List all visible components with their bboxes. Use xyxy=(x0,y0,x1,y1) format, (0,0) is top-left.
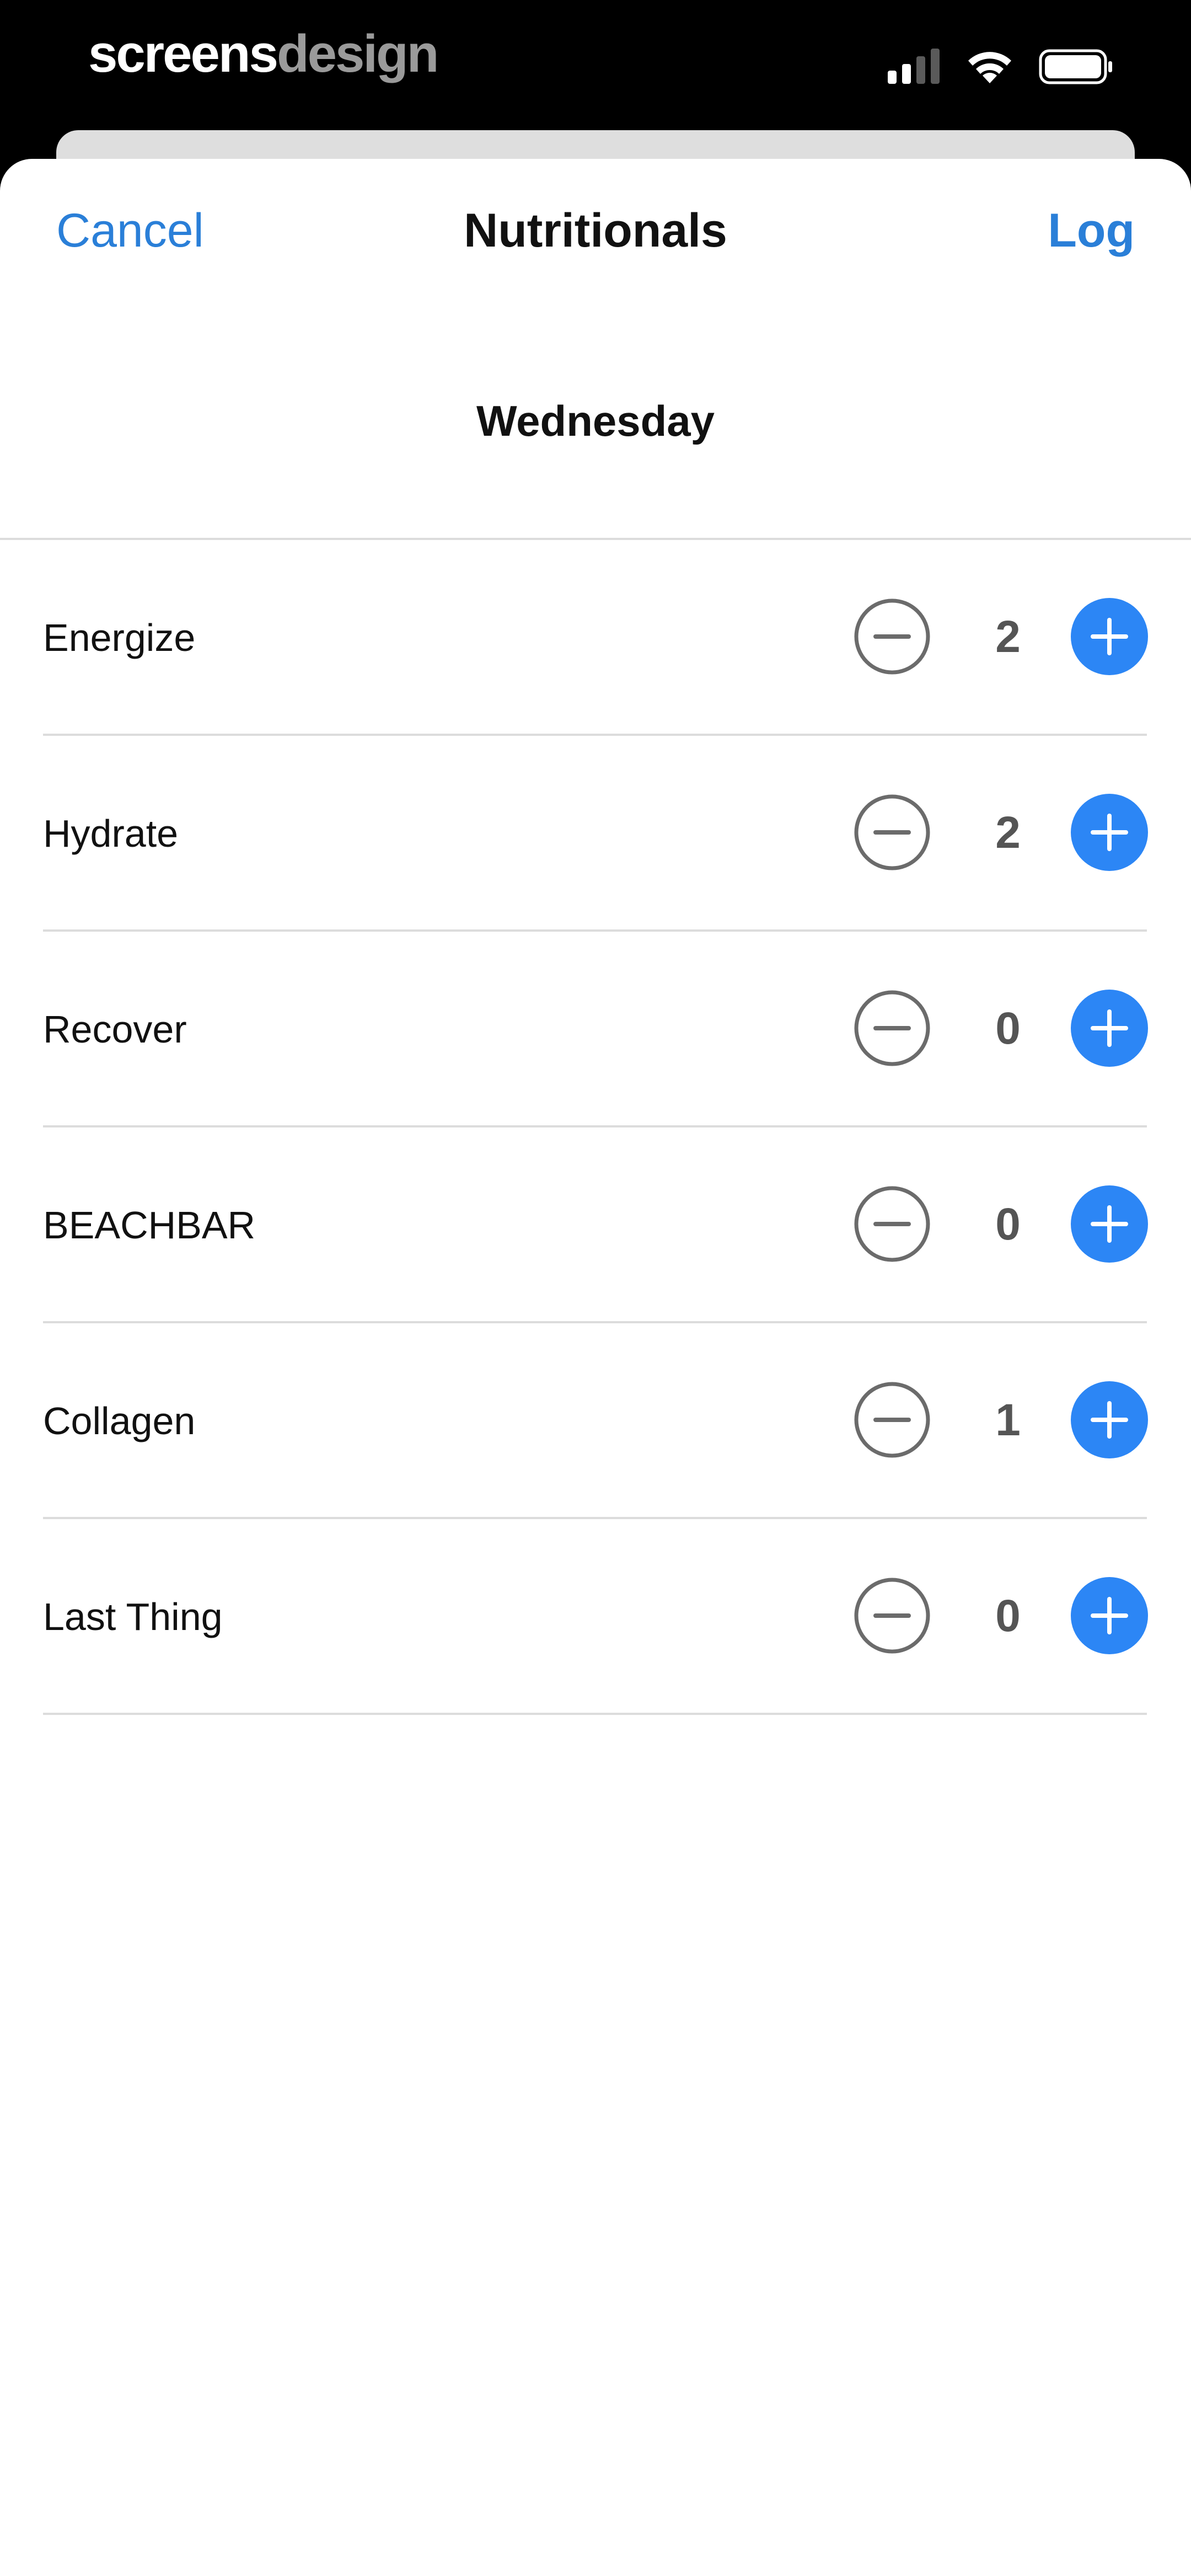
plus-icon xyxy=(1071,794,1148,871)
list-item: Hydrate 2 xyxy=(43,736,1148,932)
item-label: Last Thing xyxy=(43,1595,223,1638)
watermark-part-design: design xyxy=(276,24,439,83)
plus-icon xyxy=(1071,1381,1148,1458)
list-item: BEACHBAR 0 xyxy=(43,1127,1148,1323)
plus-icon xyxy=(1071,1577,1148,1654)
day-label: Wednesday xyxy=(476,397,715,445)
item-count: 2 xyxy=(995,612,1021,662)
status-bar: screensdesign xyxy=(0,0,1191,127)
decrement-button[interactable] xyxy=(854,1381,931,1458)
log-button[interactable]: Log xyxy=(1048,203,1135,258)
plus-icon xyxy=(1071,598,1148,675)
nutritionals-sheet: Cancel Nutritionals Log Wednesday Energi… xyxy=(0,159,1191,2576)
item-label: Recover xyxy=(43,1008,187,1051)
list-item: Collagen 1 xyxy=(43,1323,1148,1519)
screensdesign-watermark: screensdesign xyxy=(88,21,439,87)
increment-button[interactable] xyxy=(1071,598,1148,675)
watermark-part-screens: screens xyxy=(88,24,278,83)
decrement-button[interactable] xyxy=(854,1185,931,1263)
decrement-button[interactable] xyxy=(854,598,931,675)
decrement-button[interactable] xyxy=(854,990,931,1067)
minus-icon xyxy=(854,1578,930,1654)
minus-icon xyxy=(854,794,930,870)
increment-button[interactable] xyxy=(1071,794,1148,871)
status-icons xyxy=(888,47,1114,86)
decrement-button[interactable] xyxy=(854,794,931,871)
navigation-bar: Cancel Nutritionals Log xyxy=(0,159,1191,316)
decrement-button[interactable] xyxy=(854,1577,931,1654)
item-label: Hydrate xyxy=(43,812,179,855)
item-count: 0 xyxy=(995,1591,1021,1641)
list-item: Energize 2 xyxy=(43,540,1148,736)
plus-icon xyxy=(1071,1185,1148,1263)
item-count: 1 xyxy=(995,1395,1021,1445)
increment-button[interactable] xyxy=(1071,1381,1148,1458)
wifi-icon xyxy=(966,49,1013,84)
item-count: 0 xyxy=(995,1003,1021,1054)
increment-button[interactable] xyxy=(1071,990,1148,1067)
nutritional-item-list: Energize 2 Hydrate 2 Recover 0 BEACHBAR … xyxy=(0,540,1191,1715)
item-count: 2 xyxy=(995,808,1021,858)
minus-icon xyxy=(854,990,930,1066)
list-item: Last Thing 0 xyxy=(43,1519,1148,1715)
minus-icon xyxy=(854,598,930,675)
increment-button[interactable] xyxy=(1071,1577,1148,1654)
page-title: Nutritionals xyxy=(464,204,727,257)
plus-icon xyxy=(1071,990,1148,1067)
item-count: 0 xyxy=(995,1199,1021,1249)
minus-icon xyxy=(854,1186,930,1262)
increment-button[interactable] xyxy=(1071,1185,1148,1263)
battery-icon xyxy=(1039,49,1114,84)
cellular-signal-icon xyxy=(888,49,941,85)
minus-icon xyxy=(854,1382,930,1458)
item-label: Energize xyxy=(43,616,196,659)
list-item: Recover 0 xyxy=(43,932,1148,1127)
item-label: Collagen xyxy=(43,1399,196,1442)
item-label: BEACHBAR xyxy=(43,1204,256,1247)
